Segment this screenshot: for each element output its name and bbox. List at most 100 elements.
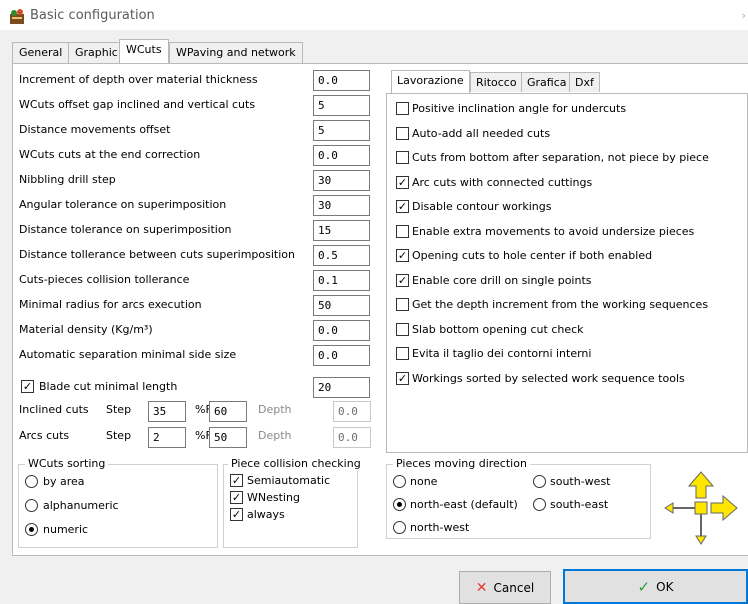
tab-wpaving-and-network[interactable]: WPaving and network — [169, 42, 303, 63]
ok-label: OK — [656, 579, 674, 594]
option-checkbox[interactable]: ✓ — [396, 273, 409, 287]
option-checkbox[interactable] — [396, 298, 409, 311]
inclined-step-label: Step — [106, 403, 132, 416]
moving-radio[interactable] — [393, 521, 406, 534]
arcs-step-label: Step — [106, 429, 132, 442]
moving-label: north-east (default) — [410, 498, 518, 511]
param-label: Nibbling drill step — [19, 173, 116, 186]
tab-graphic[interactable]: Graphic — [68, 42, 125, 63]
param-input[interactable]: 15 — [313, 220, 370, 241]
app-icon — [10, 9, 24, 24]
moving-radio[interactable] — [393, 498, 406, 511]
option-label: Slab bottom opening cut check — [412, 322, 584, 336]
ok-button[interactable]: ✓ OK — [563, 569, 748, 604]
moving-radio[interactable] — [533, 498, 546, 511]
inclined-pct-input[interactable]: 60 — [209, 401, 247, 422]
moving-radio[interactable] — [533, 475, 546, 488]
option-checkbox[interactable]: ✓ — [396, 200, 409, 213]
param-label: Automatic separation minimal side size — [19, 348, 237, 361]
inclined-depth-input: 0.0 — [333, 401, 371, 422]
option-checkbox[interactable] — [396, 126, 409, 140]
subtab-grafica[interactable]: Grafica — [521, 72, 573, 92]
option-checkbox[interactable] — [396, 224, 409, 238]
blade-cut-input[interactable]: 20 — [313, 377, 370, 398]
option-checkbox[interactable] — [396, 102, 409, 115]
collision-label: WNesting — [247, 491, 300, 504]
option-label: Get the depth increment from the working… — [412, 298, 709, 311]
param-input[interactable]: 30 — [313, 170, 370, 191]
param-input[interactable]: 50 — [313, 295, 370, 316]
arcs-depth-label: Depth — [258, 429, 292, 442]
cancel-button[interactable]: ✕ Cancel — [459, 571, 551, 604]
title-bar: Basic configuration › — [0, 0, 748, 30]
option-checkbox[interactable] — [396, 151, 409, 164]
inclined-cuts-label: Inclined cuts — [19, 403, 89, 416]
option-checkbox[interactable]: ✓ — [396, 371, 409, 385]
close-icon[interactable]: › — [742, 9, 746, 22]
sorting-radio[interactable] — [25, 475, 38, 488]
arcs-depth-input: 0.0 — [333, 427, 371, 448]
sorting-label: alphanumeric — [43, 499, 119, 512]
option-checkbox[interactable]: ✓ — [396, 249, 409, 262]
param-input[interactable]: 0.0 — [313, 70, 370, 91]
param-input[interactable]: 5 — [313, 95, 370, 116]
moving-direction-title: Pieces moving direction — [393, 457, 530, 470]
tab-general[interactable]: General — [12, 42, 70, 63]
param-input[interactable]: 0.0 — [313, 320, 370, 341]
subtab-lavorazione[interactable]: Lavorazione — [391, 70, 470, 93]
collision-checkbox[interactable]: ✓ — [230, 491, 243, 504]
collision-label: always — [247, 508, 285, 521]
param-input[interactable]: 30 — [313, 195, 370, 216]
inclined-depth-label: Depth — [258, 403, 292, 416]
moving-label: south-east — [550, 498, 609, 511]
option-label: Enable extra movements to avoid undersiz… — [412, 224, 695, 238]
option-label: Evita il taglio dei contorni interni — [412, 347, 592, 360]
param-label: Cuts-pieces collision tollerance — [19, 273, 190, 286]
param-label: Angular tolerance on superimposition — [19, 198, 227, 211]
collision-checkbox[interactable]: ✓ — [230, 474, 243, 487]
wcuts-panel: Increment of depth over material thickne… — [12, 63, 748, 556]
param-input[interactable]: 5 — [313, 120, 370, 141]
option-label: Arc cuts with connected cuttings — [412, 175, 593, 189]
param-label: Distance tollerance between cuts superim… — [19, 248, 296, 261]
arcs-pct-input[interactable]: 50 — [209, 427, 247, 448]
option-label: Enable core drill on single points — [412, 273, 592, 287]
cancel-icon: ✕ — [475, 579, 488, 596]
moving-radio[interactable] — [393, 475, 406, 488]
option-checkbox[interactable] — [396, 347, 409, 360]
param-input[interactable]: 0.5 — [313, 245, 370, 266]
collision-title: Piece collision checking — [228, 457, 364, 470]
inclined-step-input[interactable]: 35 — [148, 401, 186, 422]
collision-checkbox[interactable]: ✓ — [230, 508, 243, 521]
param-label: Minimal radius for arcs execution — [19, 298, 202, 311]
blade-cut-label: Blade cut minimal length — [39, 380, 178, 393]
option-label: Cuts from bottom after separation, not p… — [412, 151, 709, 164]
sorting-label: numeric — [43, 523, 89, 536]
moving-label: north-west — [410, 521, 470, 534]
moving-label: none — [410, 475, 438, 488]
direction-arrows-icon — [664, 471, 738, 545]
arcs-step-input[interactable]: 2 — [148, 427, 186, 448]
sorting-radio[interactable] — [25, 499, 38, 512]
param-label: Material density (Kg/m³) — [19, 323, 153, 336]
option-checkbox[interactable] — [396, 322, 409, 336]
subtab-ritocco[interactable]: Ritocco — [470, 72, 523, 92]
param-input[interactable]: 0.1 — [313, 270, 370, 291]
window-title: Basic configuration — [30, 8, 155, 23]
param-label: Distance movements offset — [19, 123, 171, 136]
param-input[interactable]: 0.0 — [313, 145, 370, 166]
option-label: Disable contour workings — [412, 200, 552, 213]
sorting-label: by area — [43, 475, 85, 488]
blade-cut-checkbox[interactable]: ✓ — [21, 380, 34, 393]
param-label: Increment of depth over material thickne… — [19, 73, 258, 86]
param-input[interactable]: 0.0 — [313, 345, 370, 366]
param-label: Distance tolerance on superimposition — [19, 223, 232, 236]
option-checkbox[interactable]: ✓ — [396, 175, 409, 189]
subtab-dxf[interactable]: Dxf — [569, 72, 600, 92]
param-label: WCuts offset gap inclined and vertical c… — [19, 98, 256, 111]
sorting-radio[interactable] — [25, 523, 38, 536]
ok-icon: ✓ — [637, 577, 651, 596]
option-label: Positive inclination angle for undercuts — [412, 102, 627, 115]
moving-label: south-west — [550, 475, 611, 488]
tab-wcuts[interactable]: WCuts — [119, 39, 169, 63]
